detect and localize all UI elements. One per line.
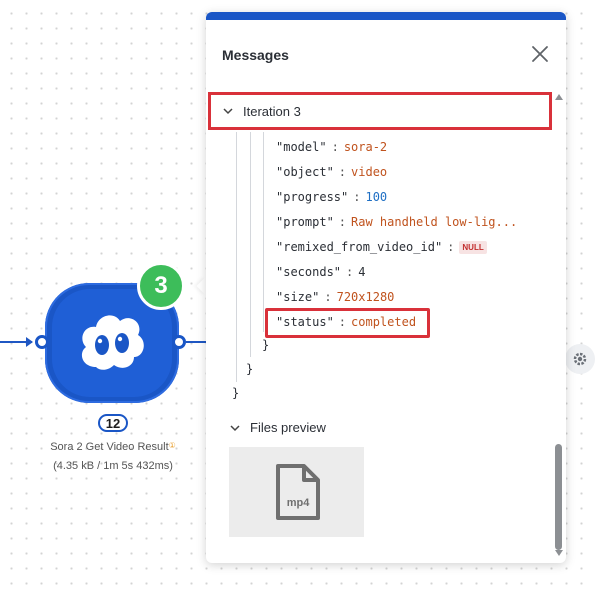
- close-icon: [532, 46, 548, 62]
- status-highlight: [265, 308, 430, 338]
- panel-title: Messages: [222, 47, 289, 63]
- messages-panel: Messages Iteration 3 "model": sora-2 "obj…: [206, 12, 566, 563]
- module-name-text: Sora 2 Get Video Result: [50, 441, 169, 453]
- tree-guide: [236, 132, 237, 382]
- execution-count-badge[interactable]: 3: [137, 262, 185, 310]
- files-preview-header[interactable]: Files preview: [228, 420, 326, 435]
- field-seconds[interactable]: "seconds":4: [276, 265, 366, 279]
- files-preview-label: Files preview: [250, 420, 326, 435]
- output-port[interactable]: [172, 335, 186, 349]
- field-progress[interactable]: "progress":100: [276, 190, 387, 204]
- chevron-down-icon: [223, 108, 233, 115]
- operations-count[interactable]: 12: [98, 414, 128, 432]
- panel-accent-bar: [206, 12, 566, 20]
- input-port[interactable]: [35, 335, 49, 349]
- scroll-thumb[interactable]: [555, 444, 562, 550]
- module-stats: (4.35 kB / 1m 5s 432ms): [53, 460, 173, 472]
- module-name: Sora 2 Get Video Result①: [28, 441, 198, 453]
- panel-scrollbar[interactable]: [554, 92, 564, 562]
- file-preview-mp4[interactable]: mp4: [229, 447, 364, 537]
- scroll-down-arrow[interactable]: [555, 550, 563, 556]
- iteration-header[interactable]: Iteration 3: [208, 92, 552, 130]
- json-tree: "model": sora-2 "object": video "progress"…: [206, 132, 550, 412]
- tree-guide: [263, 132, 264, 332]
- gear-icon: [573, 352, 587, 366]
- outgoing-connection: [186, 341, 206, 343]
- scroll-up-arrow[interactable]: [555, 94, 563, 100]
- close-button[interactable]: [530, 44, 550, 64]
- field-prompt[interactable]: "prompt": Raw handheld low-lig...: [276, 215, 517, 229]
- field-object[interactable]: "object": video: [276, 165, 387, 179]
- tree-guide: [250, 132, 251, 357]
- mp4-file-icon: mp4: [275, 464, 320, 520]
- field-size[interactable]: "size":720x1280: [276, 290, 394, 304]
- file-ext-label: mp4: [286, 497, 310, 509]
- incoming-arrow: [26, 337, 33, 347]
- field-remixed-from-video-id[interactable]: "remixed_from_video_id": NULL: [276, 240, 487, 254]
- closing-brace: }: [246, 362, 254, 376]
- closing-brace: }: [262, 338, 270, 352]
- chevron-down-icon: [230, 424, 240, 431]
- null-badge: NULL: [459, 241, 487, 254]
- field-model[interactable]: "model": sora-2: [276, 140, 387, 154]
- info-icon[interactable]: ①: [169, 441, 176, 450]
- closing-brace: }: [232, 386, 240, 400]
- settings-button[interactable]: [565, 344, 595, 374]
- iteration-label: Iteration 3: [243, 103, 301, 119]
- sora-cloud-icon: [81, 315, 144, 370]
